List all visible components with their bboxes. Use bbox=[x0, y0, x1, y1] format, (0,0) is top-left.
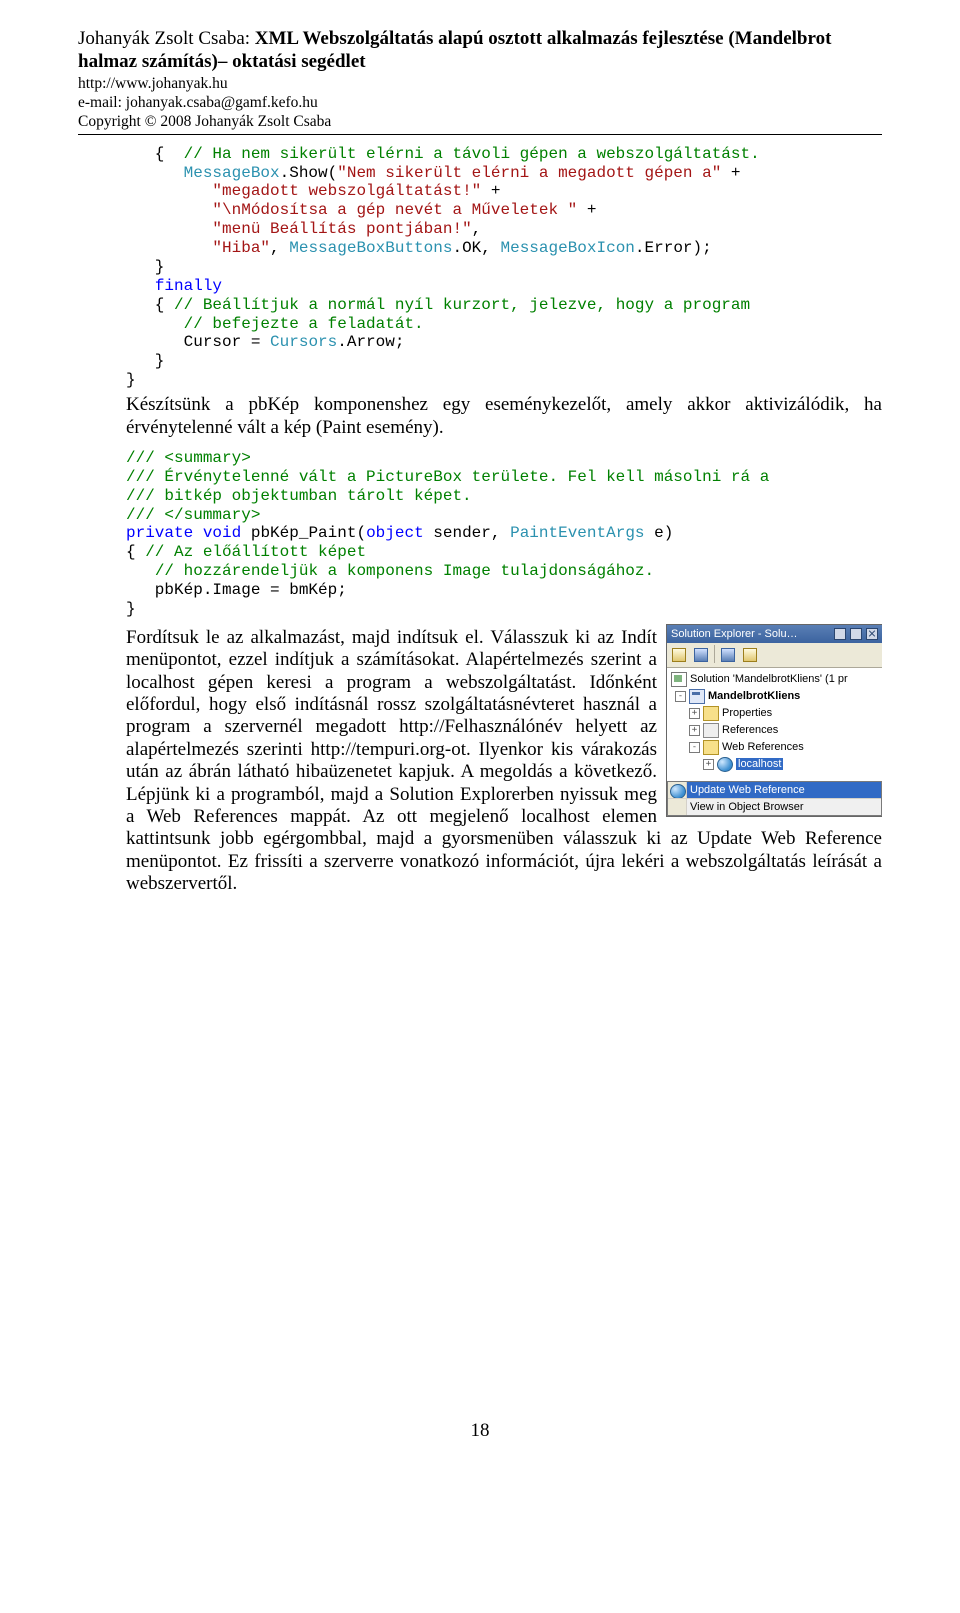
tree-node-references[interactable]: + References bbox=[669, 722, 880, 739]
toolbar-separator bbox=[714, 645, 715, 663]
solution-icon bbox=[671, 672, 687, 687]
tree-label: References bbox=[722, 724, 778, 736]
tree-label: Solution 'MandelbrotKliens' (1 pr bbox=[690, 673, 848, 685]
page-header: Johanyák Zsolt Csaba: XML Webszolgáltatá… bbox=[78, 28, 882, 132]
header-title: Johanyák Zsolt Csaba: XML Webszolgáltatá… bbox=[78, 28, 882, 74]
context-item-label: View in Object Browser bbox=[690, 801, 804, 813]
expand-icon[interactable]: + bbox=[689, 708, 700, 719]
tree-node-solution[interactable]: Solution 'MandelbrotKliens' (1 pr bbox=[669, 671, 880, 688]
page-number: 18 bbox=[78, 1420, 882, 1442]
header-url: http://www.johanyak.hu bbox=[78, 74, 882, 93]
context-gutter bbox=[668, 799, 687, 815]
solution-explorer-titlebar[interactable]: Solution Explorer - Solu… bbox=[667, 625, 882, 643]
toolbar-view-button[interactable] bbox=[740, 645, 760, 665]
solution-explorer-tree: Solution 'MandelbrotKliens' (1 pr - Mand… bbox=[667, 668, 882, 779]
collapse-icon[interactable]: - bbox=[689, 742, 700, 753]
code-block-1: { // Ha nem sikerült elérni a távoli gép… bbox=[78, 145, 882, 390]
dropdown-icon[interactable] bbox=[834, 628, 846, 640]
header-author: Johanyák Zsolt Csaba: bbox=[78, 28, 255, 49]
tree-node-localhost[interactable]: + localhost bbox=[669, 756, 880, 773]
context-menu: Update Web Reference View in Object Brow… bbox=[667, 781, 882, 816]
globe-icon bbox=[670, 784, 686, 799]
expand-icon[interactable]: + bbox=[689, 725, 700, 736]
tree-label: Web References bbox=[722, 741, 804, 753]
globe-icon bbox=[717, 757, 733, 772]
page: Johanyák Zsolt Csaba: XML Webszolgáltatá… bbox=[0, 0, 960, 1482]
folder-icon bbox=[703, 740, 719, 755]
code-block-2: /// <summary> /// Érvénytelenné vált a P… bbox=[78, 449, 882, 619]
expand-icon[interactable]: + bbox=[703, 759, 714, 770]
collapse-icon[interactable]: - bbox=[675, 691, 686, 702]
project-icon bbox=[689, 689, 705, 704]
context-item-update[interactable]: Update Web Reference bbox=[668, 782, 881, 798]
close-icon[interactable] bbox=[866, 628, 878, 640]
tree-label: MandelbrotKliens bbox=[708, 690, 800, 702]
tree-label-selected: localhost bbox=[736, 758, 783, 770]
header-copyright: Copyright © 2008 Johanyák Zsolt Csaba bbox=[78, 112, 882, 131]
pin-icon[interactable] bbox=[850, 628, 862, 640]
context-item-view[interactable]: View in Object Browser bbox=[668, 798, 881, 815]
solution-explorer-panel: Solution Explorer - Solu… Solution 'Mand… bbox=[667, 625, 882, 816]
header-email: e-mail: johanyak.csaba@gamf.kefo.hu bbox=[78, 93, 882, 112]
toolbar-properties-button[interactable] bbox=[669, 645, 689, 665]
tree-node-properties[interactable]: + Properties bbox=[669, 705, 880, 722]
context-item-label: Update Web Reference bbox=[690, 784, 805, 796]
tree-label: Properties bbox=[722, 707, 772, 719]
toolbar-refresh-button[interactable] bbox=[718, 645, 738, 665]
tree-node-webreferences[interactable]: - Web References bbox=[669, 739, 880, 756]
header-divider bbox=[78, 134, 882, 135]
folder-icon bbox=[703, 706, 719, 721]
toolbar-showall-button[interactable] bbox=[691, 645, 711, 665]
paragraph-1: Készítsünk a pbKép komponenshez egy esem… bbox=[78, 394, 882, 439]
references-icon bbox=[703, 723, 719, 738]
tree-node-project[interactable]: - MandelbrotKliens bbox=[669, 688, 880, 705]
solution-explorer-toolbar bbox=[667, 643, 882, 668]
solution-explorer-title: Solution Explorer - Solu… bbox=[671, 628, 798, 640]
